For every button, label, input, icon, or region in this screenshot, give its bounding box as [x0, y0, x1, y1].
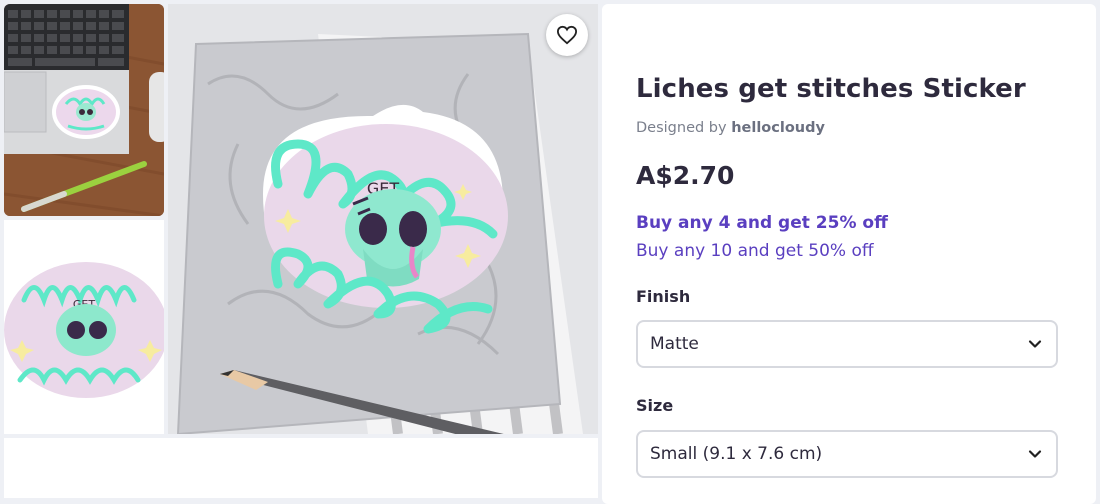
thumbnail-sticker[interactable]: GET — [4, 220, 164, 434]
notebook-sticker-photo: GET — [168, 4, 598, 434]
chevron-down-icon — [1028, 450, 1042, 458]
product-title: Liches get stitches Sticker — [636, 74, 1026, 104]
designer-link[interactable]: hellocloudy — [731, 120, 825, 136]
product-price: A$2.70 — [636, 161, 735, 190]
size-label: Size — [636, 396, 674, 415]
main-product-image[interactable]: GET — [168, 4, 598, 434]
finish-label: Finish — [636, 287, 691, 306]
designer-credit: Designed by hellocloudy — [636, 120, 825, 136]
promo-link-10-items[interactable]: Buy any 10 and get 50% off — [636, 241, 874, 261]
size-select-value: Small (9.1 x 7.6 cm) — [650, 444, 823, 464]
thumbnail-laptop-desk[interactable] — [4, 4, 164, 216]
promo-link-4-items[interactable]: Buy any 4 and get 25% off — [636, 213, 888, 233]
sticker-photo: GET — [4, 220, 164, 434]
finish-select-value: Matte — [650, 334, 699, 354]
product-details-panel: Liches get stitches Sticker Designed by … — [602, 4, 1096, 504]
finish-select[interactable]: Matte — [636, 320, 1058, 368]
heart-outline-icon — [556, 25, 578, 45]
favorite-button[interactable] — [546, 14, 588, 56]
designed-by-label: Designed by — [636, 120, 727, 136]
chevron-down-icon — [1028, 340, 1042, 348]
image-gallery-footer — [4, 438, 598, 498]
size-select[interactable]: Small (9.1 x 7.6 cm) — [636, 430, 1058, 478]
laptop-desk-photo — [4, 4, 164, 216]
